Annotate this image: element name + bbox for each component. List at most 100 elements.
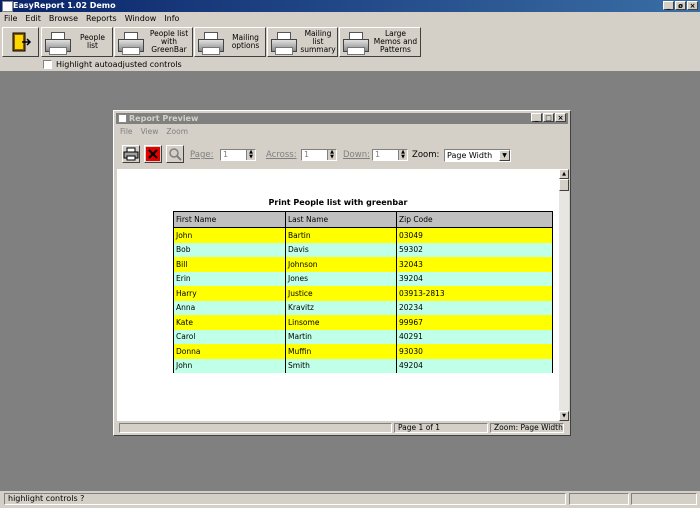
table-row: John Bartin 03049 [173,227,553,243]
cell-zip-code: 32043 [396,257,553,272]
cell-zip-code: 99967 [396,315,553,330]
table-row: Kate Linsome 99967 [173,315,553,330]
zoom-value: Page Width [447,151,493,160]
mailing-options-label: Mailing options [231,33,260,50]
table-row: Donna Muffin 93030 [173,344,553,359]
table-row: Bob Davis 59302 [173,242,553,257]
status-panel-3 [631,493,697,505]
scroll-down-icon[interactable]: ▼ [559,411,569,421]
column-header-first-name: First Name [173,211,286,228]
cell-last-name: Linsome [285,315,397,330]
cell-last-name: Martin [285,329,397,344]
menu-window[interactable]: Window [121,12,161,25]
printer-icon [271,32,297,55]
menu-file[interactable]: File [0,12,21,25]
menu-browse[interactable]: Browse [45,12,82,25]
down-label: Down: [343,150,370,160]
cell-zip-code: 40291 [396,329,553,344]
cell-first-name: Donna [173,344,286,359]
app-title-bar: EasyReport 1.02 Demo _ ø × [0,0,700,12]
cell-zip-code: 39204 [396,271,553,286]
mailing-list-summary-button[interactable]: Mailing list summary [267,27,338,57]
printer-icon [118,32,144,55]
report-minimize-button[interactable]: _ [531,113,542,122]
table-row: Harry Justice 03913-2813 [173,286,553,301]
column-header-last-name: Last Name [285,211,397,228]
people-list-button[interactable]: People list [41,27,113,57]
report-table: First Name Last Name Zip Code John Bartin… [173,211,553,373]
main-toolbar: People list People list with GreenBar Ma… [0,25,700,72]
cell-zip-code: 59302 [396,242,553,257]
table-row: Anna Kravitz 20234 [173,300,553,315]
cell-first-name: Bob [173,242,286,257]
spinner-arrows-icon[interactable]: ▲ ▼ [327,150,336,160]
print-button[interactable] [122,145,140,163]
report-preview-window: Report Preview _ □ × File View Zoom Page… [113,110,571,436]
scroll-thumb[interactable] [559,179,569,191]
table-row: Carol Martin 40291 [173,329,553,344]
close-x-icon [146,147,160,161]
table-row: John Smith 49204 [173,358,553,373]
menu-reports[interactable]: Reports [82,12,121,25]
cell-first-name: John [173,227,286,243]
minimize-button[interactable]: _ [663,1,674,10]
report-status-main [119,423,392,433]
report-status-zoom: Zoom: Page Width [490,423,564,433]
across-spinner[interactable]: 1 ▲ ▼ [301,149,337,161]
report-preview-title-bar: Report Preview _ □ × [116,113,568,124]
page-label: Page: [190,150,214,160]
report-maximize-button[interactable]: □ [543,113,554,122]
cell-last-name: Justice [285,286,397,301]
printer-icon [123,147,139,161]
exit-door-icon [12,32,32,52]
across-label: Across: [266,150,297,160]
mailing-list-summary-label: Mailing list summary [300,29,336,54]
report-menu-zoom[interactable]: Zoom [162,126,192,137]
cell-last-name: Kravitz [285,300,397,315]
large-memos-label: Large Memos and Patterns [373,29,418,54]
cell-first-name: Kate [173,315,286,330]
report-preview-title: Report Preview [129,114,199,123]
scroll-up-icon[interactable]: ▲ [559,169,569,179]
across-value: 1 [304,150,310,159]
cell-first-name: John [173,358,286,373]
printer-icon [198,32,224,55]
large-memos-button[interactable]: Large Memos and Patterns [339,27,421,57]
cell-first-name: Bill [173,257,286,272]
vertical-scrollbar[interactable]: ▲ ▼ [559,169,569,421]
exit-button[interactable] [2,27,39,57]
mailing-options-button[interactable]: Mailing options [194,27,266,57]
menu-info[interactable]: Info [160,12,183,25]
cell-last-name: Jones [285,271,397,286]
down-spinner[interactable]: 1 ▲ ▼ [372,149,408,161]
page-value: 1 [223,150,229,159]
restore-button[interactable]: ø [675,1,686,10]
report-menu-file[interactable]: File [116,126,137,137]
people-list-greenbar-button[interactable]: People list with GreenBar [114,27,193,57]
menu-edit[interactable]: Edit [21,12,45,25]
report-close-button[interactable]: × [555,113,566,122]
report-window-icon [118,114,127,123]
people-list-label: People list [80,33,105,50]
app-title: EasyReport 1.02 Demo [13,1,116,10]
cell-last-name: Johnson [285,257,397,272]
zoom-select[interactable]: Page Width ▼ [444,149,511,162]
close-preview-button[interactable] [144,145,162,163]
page-spinner[interactable]: 1 ▲ ▼ [220,149,256,161]
table-row: Erin Jones 39204 [173,271,553,286]
cell-zip-code: 20234 [396,300,553,315]
zoom-button[interactable] [166,145,184,163]
spinner-arrows-icon[interactable]: ▲ ▼ [398,150,407,160]
report-page: Print People list with greenbar First Na… [117,169,559,421]
column-header-zip-code: Zip Code [396,211,553,228]
down-value: 1 [375,150,381,159]
chevron-down-icon[interactable]: ▼ [499,150,510,161]
report-title: Print People list with greenbar [268,198,408,207]
people-list-greenbar-label: People list with GreenBar [149,29,189,54]
report-status-page: Page 1 of 1 [394,423,488,433]
close-button[interactable]: × [687,1,698,10]
report-menu-view[interactable]: View [137,126,163,137]
highlight-autoadjusted-checkbox[interactable] [43,60,52,69]
cell-first-name: Carol [173,329,286,344]
spinner-arrows-icon[interactable]: ▲ ▼ [246,150,255,160]
